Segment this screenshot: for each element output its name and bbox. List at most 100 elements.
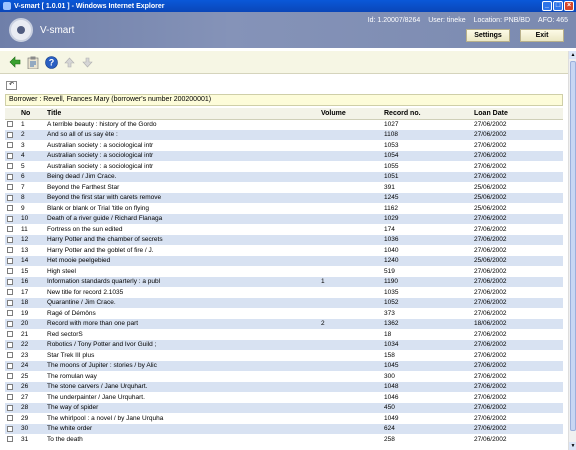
row-checkbox[interactable] (7, 163, 13, 170)
table-row[interactable]: 5 Australian society : a sociological int… (5, 161, 563, 172)
row-checkbox[interactable] (7, 205, 13, 212)
table-row[interactable]: 1A terrible beauty : history of the Gord… (5, 119, 563, 130)
scroll-up-icon[interactable]: ▲ (569, 51, 576, 59)
checkbox-cell[interactable] (5, 192, 19, 203)
row-checkbox[interactable] (7, 236, 13, 243)
scroll-down-icon[interactable]: ▼ (569, 442, 576, 450)
column-header-loan-date[interactable]: Loan Date (472, 108, 563, 120)
checkbox-cell[interactable] (5, 119, 19, 130)
table-row[interactable]: 9 Blank or blank or Trial 'title on flyin… (5, 203, 563, 214)
table-row[interactable]: 31 To the death 258 27/06/2002 (5, 434, 563, 445)
checkbox-cell[interactable] (5, 402, 19, 413)
row-checkbox[interactable] (7, 289, 13, 296)
table-row[interactable]: 17 New title for record 2.1035 1035 27/06/2… (5, 287, 563, 298)
row-checkbox[interactable] (7, 415, 13, 422)
up-arrow-icon[interactable] (62, 55, 76, 69)
settings-button[interactable]: Settings (466, 29, 510, 42)
row-checkbox[interactable] (7, 215, 13, 222)
table-row[interactable]: 10 Death of a river guide / Richard Flana… (5, 213, 563, 224)
table-row[interactable]: 7 Beyond the Farthest Star 391 25/06/2002 (5, 182, 563, 193)
checkbox-cell[interactable] (5, 413, 19, 424)
row-checkbox[interactable] (7, 184, 13, 191)
row-checkbox[interactable] (7, 436, 13, 443)
row-checkbox[interactable] (7, 173, 13, 180)
table-row[interactable]: 16 Information standards quarterly : a pu… (5, 276, 563, 287)
scrollbar-thumb[interactable] (570, 61, 576, 431)
row-checkbox[interactable] (7, 142, 13, 149)
help-icon[interactable]: ? (44, 55, 58, 69)
checkbox-cell[interactable] (5, 423, 19, 434)
minimize-button[interactable]: _ (542, 1, 552, 11)
table-row[interactable]: 30 The white order 624 27/06/2002 (5, 423, 563, 434)
checkbox-cell[interactable] (5, 171, 19, 182)
row-checkbox[interactable] (7, 299, 13, 306)
checkbox-cell[interactable] (5, 297, 19, 308)
table-row[interactable]: 29 The whirlpool : a novel / by Jane Urqu… (5, 413, 563, 424)
checkbox-cell[interactable] (5, 434, 19, 445)
row-checkbox[interactable] (7, 131, 13, 138)
checkbox-cell[interactable] (5, 234, 19, 245)
column-header-volume[interactable]: Volume (319, 108, 382, 120)
row-checkbox[interactable] (7, 247, 13, 254)
return-icon[interactable]: ↶ (6, 81, 17, 90)
table-row[interactable]: 25 The romulan way 300 27/06/2002 (5, 371, 563, 382)
row-checkbox[interactable] (7, 373, 13, 380)
checkbox-cell[interactable] (5, 308, 19, 319)
checkbox-cell[interactable] (5, 350, 19, 361)
row-checkbox[interactable] (7, 404, 13, 411)
table-row[interactable]: 11 Fortress on the sun edited 174 27/06/200… (5, 224, 563, 235)
close-window-button[interactable]: × (564, 1, 574, 11)
checkbox-cell[interactable] (5, 329, 19, 340)
row-checkbox[interactable] (7, 226, 13, 233)
clipboard-icon[interactable] (26, 55, 40, 69)
checkbox-cell[interactable] (5, 339, 19, 350)
down-arrow-icon[interactable] (80, 55, 94, 69)
exit-button[interactable]: Exit (520, 29, 564, 42)
table-row[interactable]: 22 Robotics / Tony Potter and Ivor Guild … (5, 339, 563, 350)
checkbox-cell[interactable] (5, 203, 19, 214)
checkbox-cell[interactable] (5, 276, 19, 287)
row-checkbox[interactable] (7, 121, 13, 128)
checkbox-cell[interactable] (5, 360, 19, 371)
checkbox-cell[interactable] (5, 392, 19, 403)
table-row[interactable]: 6 Being dead / Jim Crace. 1051 27/06/2002 (5, 171, 563, 182)
table-row[interactable]: 14 Het mooie peelgebied 1240 25/06/2002 (5, 255, 563, 266)
checkbox-cell[interactable] (5, 371, 19, 382)
row-checkbox[interactable] (7, 341, 13, 348)
row-checkbox[interactable] (7, 362, 13, 369)
column-header-title[interactable]: Title (45, 108, 319, 120)
table-row[interactable]: 2 And so all of us say ète : 1108 27/06/200… (5, 129, 563, 140)
row-checkbox[interactable] (7, 394, 13, 401)
maximize-button[interactable]: □ (553, 1, 563, 11)
table-row[interactable]: 19 Ragé of Démôns 373 27/06/2002 (5, 308, 563, 319)
checkbox-cell[interactable] (5, 245, 19, 256)
row-checkbox[interactable] (7, 320, 13, 327)
checkbox-cell[interactable] (5, 140, 19, 151)
row-checkbox[interactable] (7, 152, 13, 159)
checkbox-cell[interactable] (5, 182, 19, 193)
table-row[interactable]: 26 The stone carvers / Jane Urquhart. 1048… (5, 381, 563, 392)
table-row[interactable]: 20 Record with more than one part 2 1362 18/… (5, 318, 563, 329)
row-checkbox[interactable] (7, 352, 13, 359)
column-header-record[interactable]: Record no. (382, 108, 472, 120)
row-checkbox[interactable] (7, 425, 13, 432)
table-row[interactable]: 15 High steel 519 27/06/2002 (5, 266, 563, 277)
column-header-no[interactable]: No (19, 108, 45, 120)
table-row[interactable]: 8 Beyond the first star with carets remov… (5, 192, 563, 203)
vertical-scrollbar[interactable]: ▲ ▼ (568, 51, 576, 450)
row-checkbox[interactable] (7, 268, 13, 275)
checkbox-cell[interactable] (5, 161, 19, 172)
table-row[interactable]: 13 Harry Potter and the goblet of fire / … (5, 245, 563, 256)
table-row[interactable]: 12 Harry Potter and the chamber of secret… (5, 234, 563, 245)
checkbox-cell[interactable] (5, 381, 19, 392)
checkbox-cell[interactable] (5, 287, 19, 298)
table-row[interactable]: 18 Quarantine / Jim Crace. 1052 27/06/2002 (5, 297, 563, 308)
table-row[interactable]: 3 Australian society : a sociological int… (5, 140, 563, 151)
row-checkbox[interactable] (7, 194, 13, 201)
table-row[interactable]: 24 The moons of Jupiter : stories / by Al… (5, 360, 563, 371)
row-checkbox[interactable] (7, 310, 13, 317)
table-row[interactable]: 27 The underpainter / Jane Urquhart. 1046 2… (5, 392, 563, 403)
checkbox-cell[interactable] (5, 255, 19, 266)
table-row[interactable]: 21 Red sectorS 18 27/06/2002 (5, 329, 563, 340)
checkbox-cell[interactable] (5, 129, 19, 140)
